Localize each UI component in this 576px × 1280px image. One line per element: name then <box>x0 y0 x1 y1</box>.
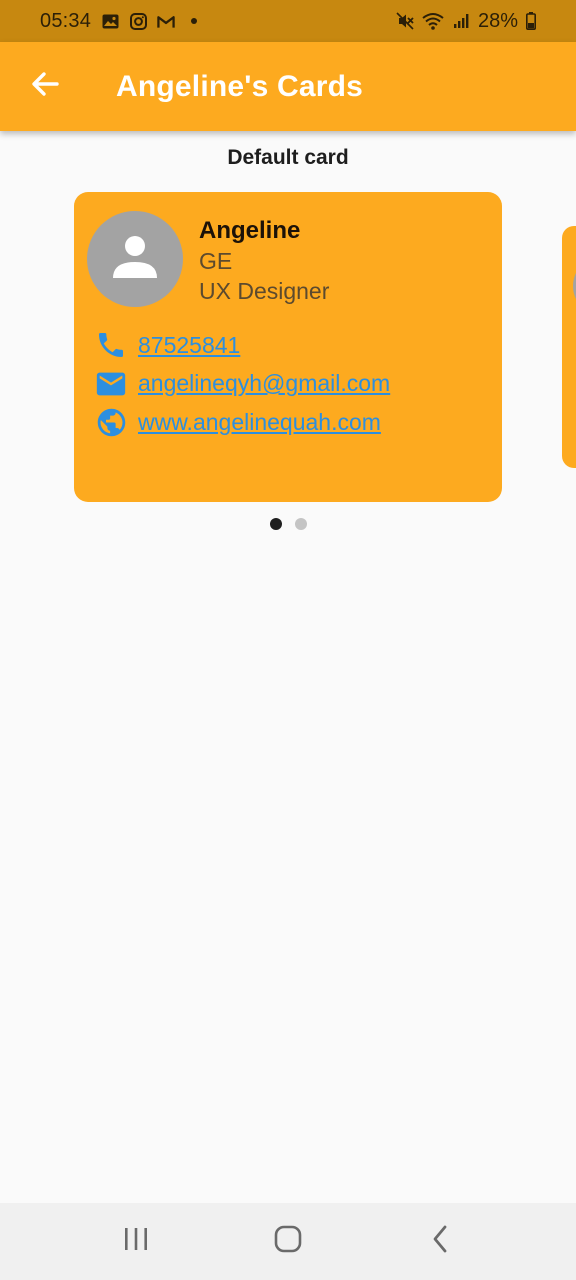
next-card-peek[interactable] <box>562 226 576 468</box>
wifi-icon <box>422 12 444 30</box>
phone-link[interactable]: 87525841 <box>138 332 240 359</box>
person-department: GE <box>199 248 233 274</box>
recents-icon <box>123 1227 149 1256</box>
system-nav-bar <box>0 1203 576 1280</box>
mute-icon <box>396 12 414 30</box>
card-header: Angeline GE UX Designer <box>87 211 489 307</box>
carousel-indicator <box>0 518 576 530</box>
globe-icon <box>94 405 128 439</box>
website-link[interactable]: www.angelinequah.com <box>138 409 381 436</box>
recents-button[interactable] <box>106 1212 166 1272</box>
status-bar: 05:34 28% <box>0 0 576 42</box>
email-icon <box>94 367 128 401</box>
signal-icon <box>452 12 470 30</box>
battery-percent: 28% <box>477 9 518 32</box>
contact-row-phone: 87525841 <box>87 326 489 365</box>
contact-row-website: www.angelinequah.com <box>87 403 489 442</box>
section-title: Default card <box>227 146 349 169</box>
battery-icon <box>526 12 536 30</box>
person-role: UX Designer <box>199 278 330 304</box>
person-name: Angeline <box>199 217 301 244</box>
instagram-icon <box>129 12 147 30</box>
contact-list: 87525841 angelineqyh@gmail.com www.angel… <box>87 326 489 442</box>
app-bar: Angeline's Cards <box>0 42 576 131</box>
notification-dot-icon <box>185 12 203 30</box>
gallery-icon <box>101 12 119 30</box>
home-icon <box>274 1225 302 1258</box>
contact-row-email: angelineqyh@gmail.com <box>87 365 489 404</box>
back-button[interactable] <box>0 42 90 131</box>
back-icon <box>431 1225 449 1258</box>
home-button[interactable] <box>258 1212 318 1272</box>
business-card[interactable]: Angeline GE UX Designer 87525841 angelin… <box>74 192 502 502</box>
avatar <box>87 211 183 307</box>
status-right: 28% <box>396 10 536 33</box>
status-time: 05:34 <box>40 9 92 32</box>
phone-icon <box>94 328 128 362</box>
app-title: Angeline's Cards <box>116 69 364 103</box>
carousel-dot-2[interactable] <box>294 518 307 530</box>
person-icon <box>110 232 160 287</box>
arrow-back-icon <box>30 69 60 104</box>
carousel-dot-1[interactable] <box>269 518 282 530</box>
email-link[interactable]: angelineqyh@gmail.com <box>138 370 390 397</box>
gmail-icon <box>157 12 175 30</box>
person-info: Angeline GE UX Designer <box>199 211 329 306</box>
nav-back-button[interactable] <box>410 1212 470 1272</box>
status-left: 05:34 <box>40 10 203 33</box>
